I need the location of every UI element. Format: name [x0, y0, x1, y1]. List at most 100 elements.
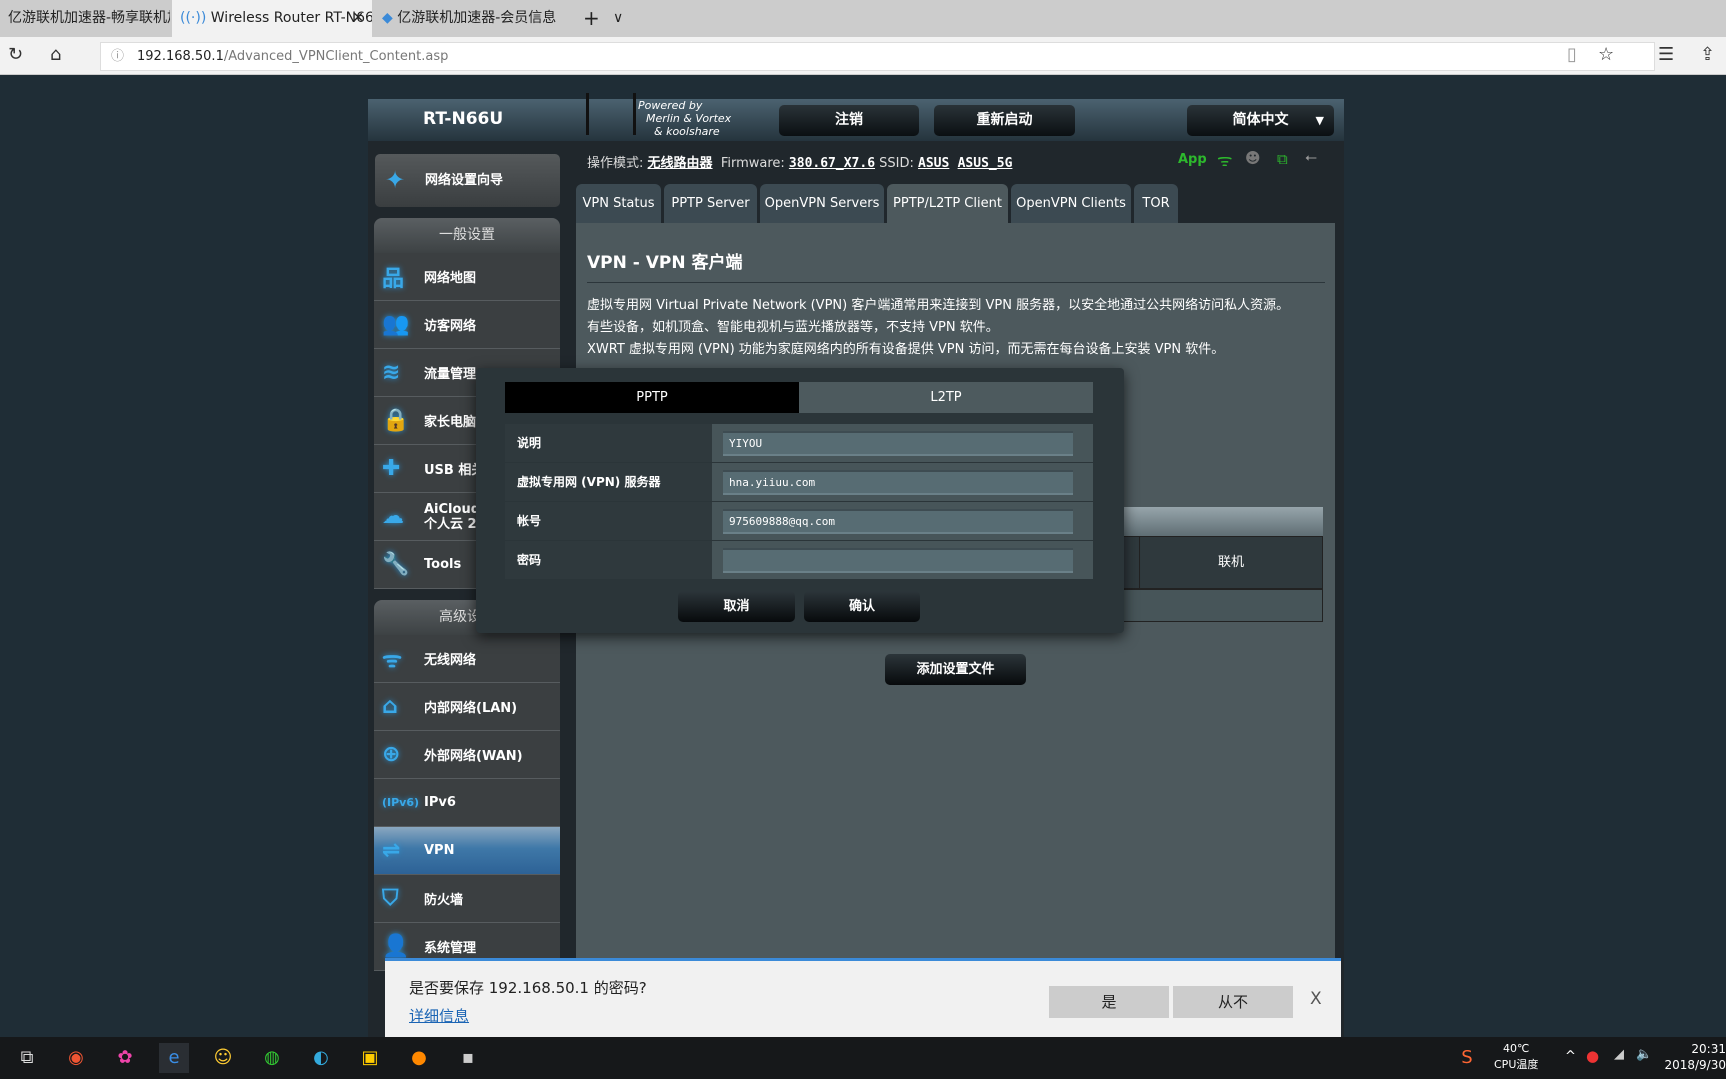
wifi-icon: ᯤ: [382, 647, 403, 673]
sidebar-item-guest-network[interactable]: 👥 访客网络: [374, 301, 560, 349]
wifi-status-icon[interactable]: ᯤ: [1217, 148, 1233, 171]
powered-by: Powered by Merlin & Vortex & koolshare: [638, 99, 732, 138]
chrome-icon[interactable]: ◉: [61, 1043, 91, 1073]
ssid-5g-link[interactable]: ASUS_5G: [958, 156, 1013, 171]
lock-icon: 🔒: [382, 408, 410, 433]
edge-icon[interactable]: e: [159, 1043, 189, 1073]
puzzle-icon: ✚: [382, 456, 401, 481]
new-tab-button[interactable]: +: [575, 0, 600, 37]
tab-l2tp[interactable]: L2TP: [799, 382, 1093, 413]
sidebar-item-wireless[interactable]: ᯤ 无线网络: [374, 635, 560, 683]
player-icon[interactable]: ▣: [355, 1043, 385, 1073]
qq-icon[interactable]: ☺: [208, 1043, 238, 1073]
wechat-icon[interactable]: ◍: [257, 1043, 287, 1073]
tab-tor[interactable]: TOR: [1134, 184, 1178, 223]
sidebar-item-wan[interactable]: ⊕ 外部网络(WAN): [374, 731, 560, 779]
tab-label: 亿游联机加速器-畅享联机加: [8, 10, 170, 26]
clients-icon[interactable]: ☻: [1245, 149, 1261, 167]
save-yes-button[interactable]: 是: [1049, 986, 1169, 1018]
cancel-button[interactable]: 取消: [678, 591, 795, 622]
task-view-icon[interactable]: ⧉: [12, 1043, 42, 1073]
sidebar-item-firewall[interactable]: ⛉ 防火墙: [374, 875, 560, 923]
app-icon[interactable]: ◐: [306, 1043, 336, 1073]
chevron-up-icon[interactable]: ^: [1565, 1049, 1576, 1064]
url-input[interactable]: ⓘ 192.168.50.1/Advanced_VPNClient_Content…: [100, 42, 1655, 71]
language-select[interactable]: 简体中文 ▼: [1187, 105, 1334, 136]
tab-label: 亿游联机加速器-会员信息: [397, 10, 557, 26]
app-icon[interactable]: ✿: [110, 1043, 140, 1073]
home-icon[interactable]: ⌂: [50, 44, 61, 65]
description-input[interactable]: [723, 431, 1073, 456]
network-map-icon: 品: [382, 266, 405, 292]
info-icon: ⓘ: [111, 49, 125, 64]
save-password-question: 是否要保存 192.168.50.1 的密码?: [409, 979, 647, 997]
sidebar-item-lan[interactable]: ⌂ 内部网络(LAN): [374, 683, 560, 731]
password-row: 密码: [505, 541, 1093, 580]
guest-icon: 👥: [382, 312, 410, 337]
details-link[interactable]: 详细信息: [409, 1005, 469, 1026]
vpn-icon: ⇌: [382, 838, 401, 863]
column-connect: 联机: [1139, 536, 1322, 589]
traffic-icon: ≋: [382, 360, 401, 385]
save-password-bar: 是否要保存 192.168.50.1 的密码? 详细信息 是 从不 X: [385, 958, 1341, 1037]
reading-view-icon[interactable]: ▯: [1567, 44, 1577, 65]
ssid-link[interactable]: ASUS: [918, 156, 949, 171]
user-icon: 👤: [382, 934, 410, 959]
tab-vpn-status[interactable]: VPN Status: [576, 184, 661, 223]
clock[interactable]: 20:31 2018/9/30: [1662, 1041, 1726, 1073]
accelerator-icon[interactable]: ●: [404, 1043, 434, 1073]
devices-icon[interactable]: ⧉: [1277, 150, 1288, 168]
terminal-icon[interactable]: ▪: [453, 1043, 483, 1073]
description-line: 有些设备，如机顶盒、智能电视机与蓝光播放器等，不支持 VPN 软件。: [587, 320, 999, 335]
url-path: /Advanced_VPNClient_Content.asp: [223, 49, 449, 64]
sogou-icon[interactable]: S: [1452, 1043, 1482, 1073]
password-input[interactable]: [723, 548, 1073, 573]
divider: [587, 282, 1325, 283]
share-icon[interactable]: ⇪: [1700, 44, 1715, 65]
router-logo: [586, 93, 636, 135]
tray-app-icon[interactable]: ●: [1586, 1047, 1599, 1065]
account-input[interactable]: [723, 509, 1073, 534]
quick-setup-button[interactable]: ✦ 网络设置向导: [375, 154, 560, 207]
tab-openvpn-servers[interactable]: OpenVPN Servers: [760, 184, 884, 223]
field-label: 说明: [505, 424, 712, 462]
browser-tab[interactable]: 亿游联机加速器-畅享联机加: [0, 0, 170, 37]
shield-icon: ⛉: [382, 886, 399, 911]
logout-button[interactable]: 注销: [779, 105, 919, 136]
favorites-hub-icon[interactable]: ☰: [1658, 44, 1674, 65]
wifi-icon: ((·)): [180, 10, 207, 26]
tab-pptp-l2tp-client[interactable]: PPTP/L2TP Client: [887, 184, 1008, 223]
mode-link[interactable]: 无线路由器: [648, 156, 713, 171]
tab-openvpn-clients[interactable]: OpenVPN Clients: [1011, 184, 1131, 223]
server-row: 虚拟专用网 (VPN) 服务器: [505, 463, 1093, 502]
model-name: RT-N66U: [423, 109, 504, 129]
confirm-button[interactable]: 确认: [804, 591, 920, 622]
tab-pptp[interactable]: PPTP: [505, 382, 799, 413]
sidebar-item-ipv6[interactable]: (IPv6) IPv6: [374, 779, 560, 827]
browser-tab[interactable]: ◆ 亿游联机加速器-会员信息: [374, 0, 569, 37]
close-tab-icon[interactable]: ✕: [352, 0, 364, 37]
volume-icon[interactable]: 🔈: [1636, 1047, 1652, 1062]
tab-pptp-server[interactable]: PPTP Server: [664, 184, 757, 223]
network-icon[interactable]: ◢: [1614, 1047, 1624, 1062]
save-never-button[interactable]: 从不: [1173, 986, 1293, 1018]
reboot-button[interactable]: 重新启动: [934, 105, 1075, 136]
refresh-icon[interactable]: ↻: [8, 44, 23, 65]
usb-icon[interactable]: ⭠: [1305, 148, 1317, 166]
language-value: 简体中文: [1232, 112, 1289, 128]
description-line: 虚拟专用网 Virtual Private Network (VPN) 客户端通…: [587, 298, 1290, 313]
house-icon: ⌂: [382, 694, 398, 719]
sidebar-item-vpn[interactable]: ⇌ VPN: [374, 827, 560, 875]
field-label: 帐号: [505, 502, 712, 540]
account-row: 帐号: [505, 502, 1093, 541]
firmware-link[interactable]: 380.67_X7.6: [789, 156, 875, 171]
sidebar-item-network-map[interactable]: 品网络地图: [374, 253, 560, 301]
app-link[interactable]: App: [1178, 152, 1207, 167]
close-icon[interactable]: X: [1310, 989, 1322, 1009]
add-profile-button[interactable]: 添加设置文件: [885, 654, 1026, 685]
favorite-star-icon[interactable]: ☆: [1598, 44, 1614, 65]
server-input[interactable]: [723, 470, 1073, 495]
tab-label: Wireless Router RT-N66: [210, 10, 372, 26]
browser-tab-active[interactable]: ((·)) Wireless Router RT-N66 ✕: [172, 0, 372, 37]
tab-list-button[interactable]: ∨: [605, 0, 623, 37]
